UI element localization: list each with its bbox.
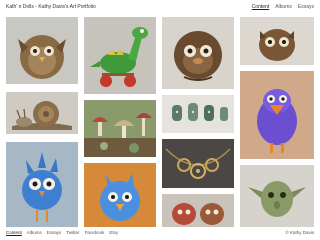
gallery-thumb-orange-beak-bird[interactable] bbox=[240, 71, 314, 159]
orange-beak-bird-image bbox=[240, 71, 314, 159]
gallery-thumb-big-eyed-creature[interactable] bbox=[240, 17, 314, 65]
goblin-image bbox=[240, 165, 314, 227]
footer-link-etsy[interactable]: Etsy bbox=[109, 229, 118, 236]
green-dino-image bbox=[84, 17, 156, 94]
fairy-garden-image bbox=[84, 100, 156, 157]
footer-link-essays[interactable]: Essays bbox=[47, 229, 62, 236]
ceramic-beads-image bbox=[162, 95, 234, 133]
footer-link-twitter[interactable]: Twitter bbox=[66, 229, 79, 236]
snail-image bbox=[6, 92, 78, 134]
footer-link-facebook[interactable]: Facebook bbox=[85, 229, 105, 236]
brown-creature-image bbox=[162, 17, 234, 89]
gallery-thumb-goblin[interactable] bbox=[240, 165, 314, 227]
gallery-thumb-ceramic-beads[interactable] bbox=[162, 95, 234, 133]
blue-fuzzy-bird-image bbox=[84, 163, 156, 227]
gallery-thumb-blue-fuzzy-bird[interactable] bbox=[84, 163, 156, 227]
gallery-thumb-brown-creature[interactable] bbox=[162, 17, 234, 89]
gallery-thumb-owl-doll[interactable] bbox=[6, 17, 78, 84]
gear-necklace-image bbox=[162, 139, 234, 188]
gallery-thumb-snail[interactable] bbox=[6, 92, 78, 134]
gallery-grid bbox=[0, 0, 320, 240]
gallery-thumb-creature-heads[interactable] bbox=[162, 194, 234, 227]
blue-bird-image bbox=[6, 142, 78, 227]
big-eyed-creature-image bbox=[240, 17, 314, 65]
gallery-thumb-gear-necklace[interactable] bbox=[162, 139, 234, 188]
footer-link-albums[interactable]: Albums bbox=[27, 229, 42, 236]
gallery-thumb-fairy-garden[interactable] bbox=[84, 100, 156, 157]
gallery-thumb-green-dino[interactable] bbox=[84, 17, 156, 94]
footer-link-content[interactable]: Content bbox=[6, 229, 22, 236]
creature-heads-image bbox=[162, 194, 234, 227]
site-footer: Content Albums Essays Twitter Facebook E… bbox=[6, 229, 314, 237]
owl-doll-image bbox=[6, 17, 78, 84]
copyright: © Kathy Davis bbox=[285, 230, 314, 235]
footer-nav: Content Albums Essays Twitter Facebook E… bbox=[6, 229, 118, 236]
gallery-thumb-blue-bird[interactable] bbox=[6, 142, 78, 227]
